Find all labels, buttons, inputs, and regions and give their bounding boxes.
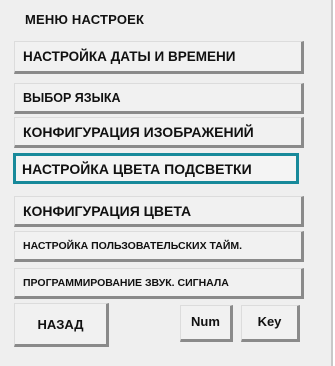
user-timers-button[interactable]: НАСТРОЙКА ПОЛЬЗОВАТЕЛЬСКИХ ТАЙМ. <box>14 231 304 262</box>
date-time-settings-button[interactable]: НАСТРОЙКА ДАТЫ И ВРЕМЕНИ <box>14 41 304 74</box>
language-select-button[interactable]: ВЫБОР ЯЗЫКА <box>14 83 304 114</box>
backlight-color-button[interactable]: НАСТРОЙКА ЦВЕТА ПОДСВЕТКИ <box>13 153 299 184</box>
menu-title: МЕНЮ НАСТРОЕК <box>25 12 145 27</box>
image-config-button[interactable]: КОНФИГУРАЦИЯ ИЗОБРАЖЕНИЙ <box>14 117 304 148</box>
key-button[interactable]: Key <box>241 305 300 342</box>
back-button[interactable]: НАЗАД <box>14 303 109 347</box>
color-config-button[interactable]: КОНФИГУРАЦИЯ ЦВЕТА <box>14 196 304 227</box>
settings-menu-panel: МЕНЮ НАСТРОЕК НАСТРОЙКА ДАТЫ И ВРЕМЕНИ В… <box>0 0 333 366</box>
beep-programming-button[interactable]: ПРОГРАММИРОВАНИЕ ЗВУК. СИГНАЛА <box>14 268 304 299</box>
num-button[interactable]: Num <box>180 305 233 342</box>
